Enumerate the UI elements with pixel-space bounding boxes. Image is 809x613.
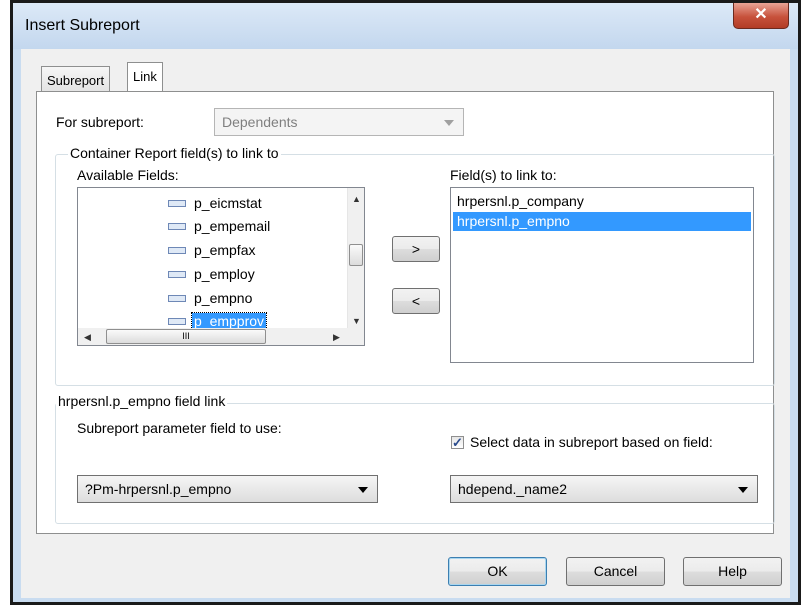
link-tab-panel: For subreport: Dependents Container Repo… xyxy=(36,91,775,534)
remove-field-button[interactable]: < xyxy=(392,288,440,314)
database-field-icon xyxy=(168,223,186,230)
scroll-right-icon[interactable]: ▶ xyxy=(333,332,340,342)
vertical-scrollbar[interactable]: ▲ ▼ xyxy=(347,188,364,329)
param-field-select[interactable]: ?Pm-hrpersnl.p_empno xyxy=(77,475,378,503)
scroll-down-icon[interactable]: ▼ xyxy=(352,316,361,326)
close-button[interactable]: ✕ xyxy=(733,3,789,29)
select-data-field-select[interactable]: hdepend._name2 xyxy=(450,475,758,503)
scroll-left-icon[interactable]: ◀ xyxy=(84,332,91,342)
param-field-label: Subreport parameter field to use: xyxy=(77,420,282,436)
param-field-value: ?Pm-hrpersnl.p_empno xyxy=(85,481,232,497)
tab-label: Link xyxy=(133,69,157,84)
scroll-grip: III xyxy=(182,331,190,341)
dialog-client-area: Subreport Link For subreport: Dependents… xyxy=(21,49,790,598)
window-title: Insert Subreport xyxy=(25,17,140,34)
for-subreport-value: Dependents xyxy=(222,114,298,130)
select-data-field-value: hdepend._name2 xyxy=(458,481,567,497)
field-link-group-title: hrpersnl.p_empno field link xyxy=(56,393,228,409)
database-field-icon xyxy=(168,247,186,254)
scroll-up-icon[interactable]: ▲ xyxy=(352,194,361,204)
insert-subreport-dialog: Insert Subreport ✕ Subreport Link For su… xyxy=(10,0,801,605)
database-field-icon xyxy=(168,271,186,278)
list-item-selected[interactable]: hrpersnl.p_empno xyxy=(453,212,751,231)
cancel-button[interactable]: Cancel xyxy=(566,557,665,586)
scroll-thumb[interactable] xyxy=(349,244,363,266)
linked-fields-label: Field(s) to link to: xyxy=(450,167,557,183)
checkmark-icon: ✓ xyxy=(452,435,463,450)
list-item[interactable]: hrpersnl.p_company xyxy=(453,192,751,211)
for-subreport-select[interactable]: Dependents xyxy=(214,108,464,136)
database-field-icon xyxy=(168,318,186,325)
help-button[interactable]: Help xyxy=(683,557,782,586)
for-subreport-label: For subreport: xyxy=(56,114,144,130)
tab-subreport[interactable]: Subreport xyxy=(41,66,111,92)
chevron-down-icon xyxy=(738,487,748,493)
chevron-down-icon xyxy=(444,120,454,126)
add-field-button[interactable]: > xyxy=(392,236,440,262)
container-group-title: Container Report field(s) to link to xyxy=(68,145,281,161)
select-data-checkbox[interactable]: ✓ xyxy=(451,436,464,449)
tab-link[interactable]: Link xyxy=(127,62,163,92)
database-field-icon xyxy=(168,295,186,302)
available-fields-list[interactable]: p_eicmstat p_empemail p_empfax p_employ … xyxy=(77,187,365,346)
linked-fields-list[interactable]: hrpersnl.p_company hrpersnl.p_empno xyxy=(450,187,754,363)
available-fields-label: Available Fields: xyxy=(77,167,179,183)
database-field-icon xyxy=(168,200,186,207)
select-data-label: Select data in subreport based on field: xyxy=(470,434,713,450)
chevron-down-icon xyxy=(358,487,368,493)
title-bar: Insert Subreport ✕ xyxy=(13,3,798,49)
scroll-corner xyxy=(347,328,364,345)
horizontal-scrollbar[interactable]: ◀ III ▶ xyxy=(78,328,348,345)
close-icon: ✕ xyxy=(754,6,768,23)
scroll-thumb[interactable]: III xyxy=(106,329,266,344)
ok-button[interactable]: OK xyxy=(448,557,547,586)
tab-label: Subreport xyxy=(47,73,105,88)
